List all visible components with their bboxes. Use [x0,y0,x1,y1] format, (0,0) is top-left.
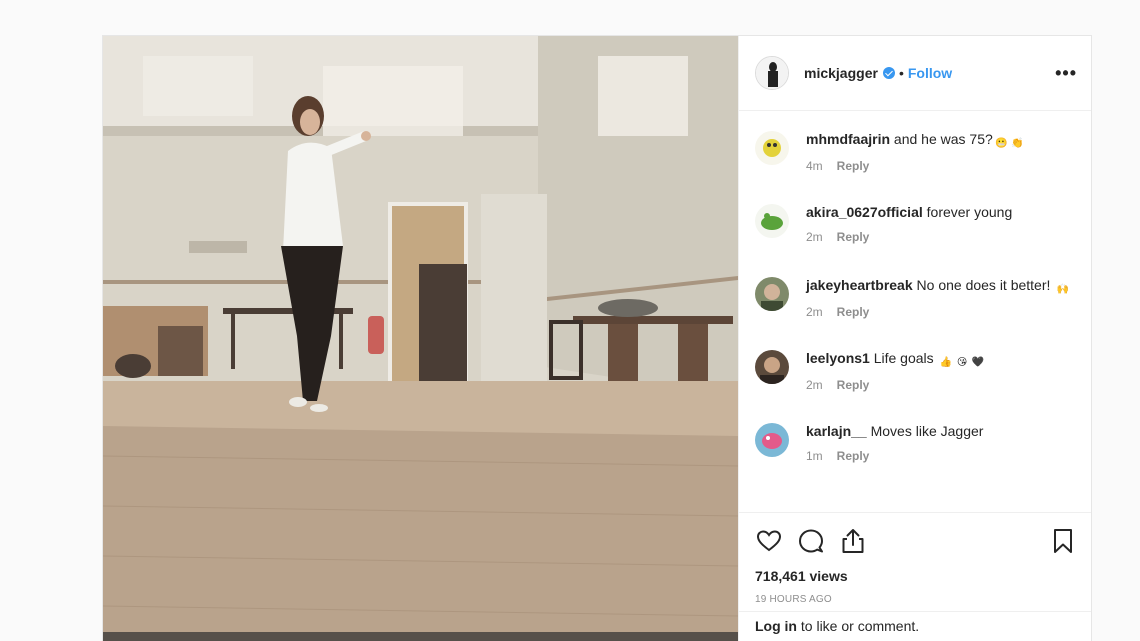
comment-meta: 2m Reply [806,305,1076,319]
thumbs-up-emoji-icon: 👍 [939,357,953,368]
reply-button[interactable]: Reply [837,159,870,173]
bookmark-icon[interactable] [1049,527,1077,555]
reply-button[interactable]: Reply [837,305,870,319]
comment-username[interactable]: leelyons1 [806,350,870,366]
comment-time: 1m [806,449,823,463]
comment-time: 2m [806,305,823,319]
share-icon[interactable] [839,527,867,555]
comment-item: karlajn__ Moves like Jagger 1m Reply [739,421,1091,480]
clap-emoji-icon: 👏 [1011,138,1024,149]
reply-button[interactable]: Reply [837,449,870,463]
comment-body: jakeyheartbreak No one does it better! 🙌… [806,275,1076,334]
separator-dot: • [898,65,904,81]
comment-time: 2m [806,378,823,392]
comment-body: mhmdfaajrin and he was 75? 😬 👏 4m Reply [806,129,1076,188]
verified-icon [882,67,895,79]
comments-list: mhmdfaajrin and he was 75? 😬 👏 4m Reply aki… [739,111,1091,513]
reply-button[interactable]: Reply [837,230,870,244]
raised-hands-emoji-icon: 🙌 [1056,284,1069,295]
view-count[interactable]: 718,461 views [739,568,1091,584]
author-avatar[interactable] [755,56,789,90]
more-options-icon[interactable]: ••• [1055,63,1077,84]
comment-text-line: akira_0627official forever young [806,202,1076,222]
comment-username[interactable]: jakeyheartbreak [806,277,913,293]
comment-text: No one does it better! [912,277,1055,293]
comment-text: and he was 75? [890,131,993,147]
comment-text: Moves like Jagger [866,423,984,439]
comment-item: mhmdfaajrin and he was 75? 😬 👏 4m Reply [739,129,1091,188]
comment-body: karlajn__ Moves like Jagger 1m Reply [806,421,1076,480]
heart-icon[interactable] [755,527,783,555]
comment-username[interactable]: mhmdfaajrin [806,131,890,147]
post-header: mickjagger • Follow ••• [739,36,1091,111]
comment-text-line: karlajn__ Moves like Jagger [806,421,1076,441]
comment-text: forever young [922,204,1013,220]
black-heart-emoji-icon: 🖤 [971,357,985,368]
login-link[interactable]: Log in [755,618,797,634]
author-username[interactable]: mickjagger [804,65,878,81]
comment-item: leelyons1 Life goals 👍 😘 🖤 2m Reply [739,348,1091,407]
comment-time: 4m [806,159,823,173]
kiss-emoji-icon: 😘 [956,357,968,368]
comment-time: 2m [806,230,823,244]
commenter-avatar[interactable] [755,350,789,384]
commenter-avatar[interactable] [755,423,789,457]
commenter-avatar[interactable] [755,131,789,165]
login-prompt-text: to like or comment. [797,618,920,634]
grimace-emoji-icon: 😬 [995,138,1008,149]
comment-item: akira_0627official forever young 2m Reply [739,202,1091,261]
comment-meta: 2m Reply [806,378,1076,392]
follow-button[interactable]: Follow [908,65,952,81]
comment-text-line: leelyons1 Life goals 👍 😘 🖤 [806,348,1076,370]
login-prompt: Log in to like or comment. [739,611,1091,641]
post-sidebar: mickjagger • Follow ••• mhmdfaajrin and … [738,36,1091,641]
comment-meta: 4m Reply [806,159,1076,173]
comment-username[interactable]: karlajn__ [806,423,867,439]
comment-body: leelyons1 Life goals 👍 😘 🖤 2m Reply [806,348,1076,407]
comment-text: Life goals [869,350,938,366]
comment-meta: 1m Reply [806,449,1076,463]
action-bar [739,513,1091,568]
comment-meta: 2m Reply [806,230,1076,244]
comment-text-line: mhmdfaajrin and he was 75? 😬 👏 [806,129,1076,151]
reply-button[interactable]: Reply [837,378,870,392]
comment-username[interactable]: akira_0627official [806,204,923,220]
comment-body: akira_0627official forever young 2m Reply [806,202,1076,261]
comment-text-line: jakeyheartbreak No one does it better! 🙌 [806,275,1076,297]
post-timestamp[interactable]: 19 HOURS AGO [739,584,1091,605]
video-frame [103,36,738,641]
commenter-avatar[interactable] [755,277,789,311]
comment-item: jakeyheartbreak No one does it better! 🙌… [739,275,1091,334]
instagram-post: mickjagger • Follow ••• mhmdfaajrin and … [102,35,1092,641]
comment-icon[interactable] [797,527,825,555]
post-video[interactable] [103,36,738,641]
commenter-avatar[interactable] [755,204,789,238]
